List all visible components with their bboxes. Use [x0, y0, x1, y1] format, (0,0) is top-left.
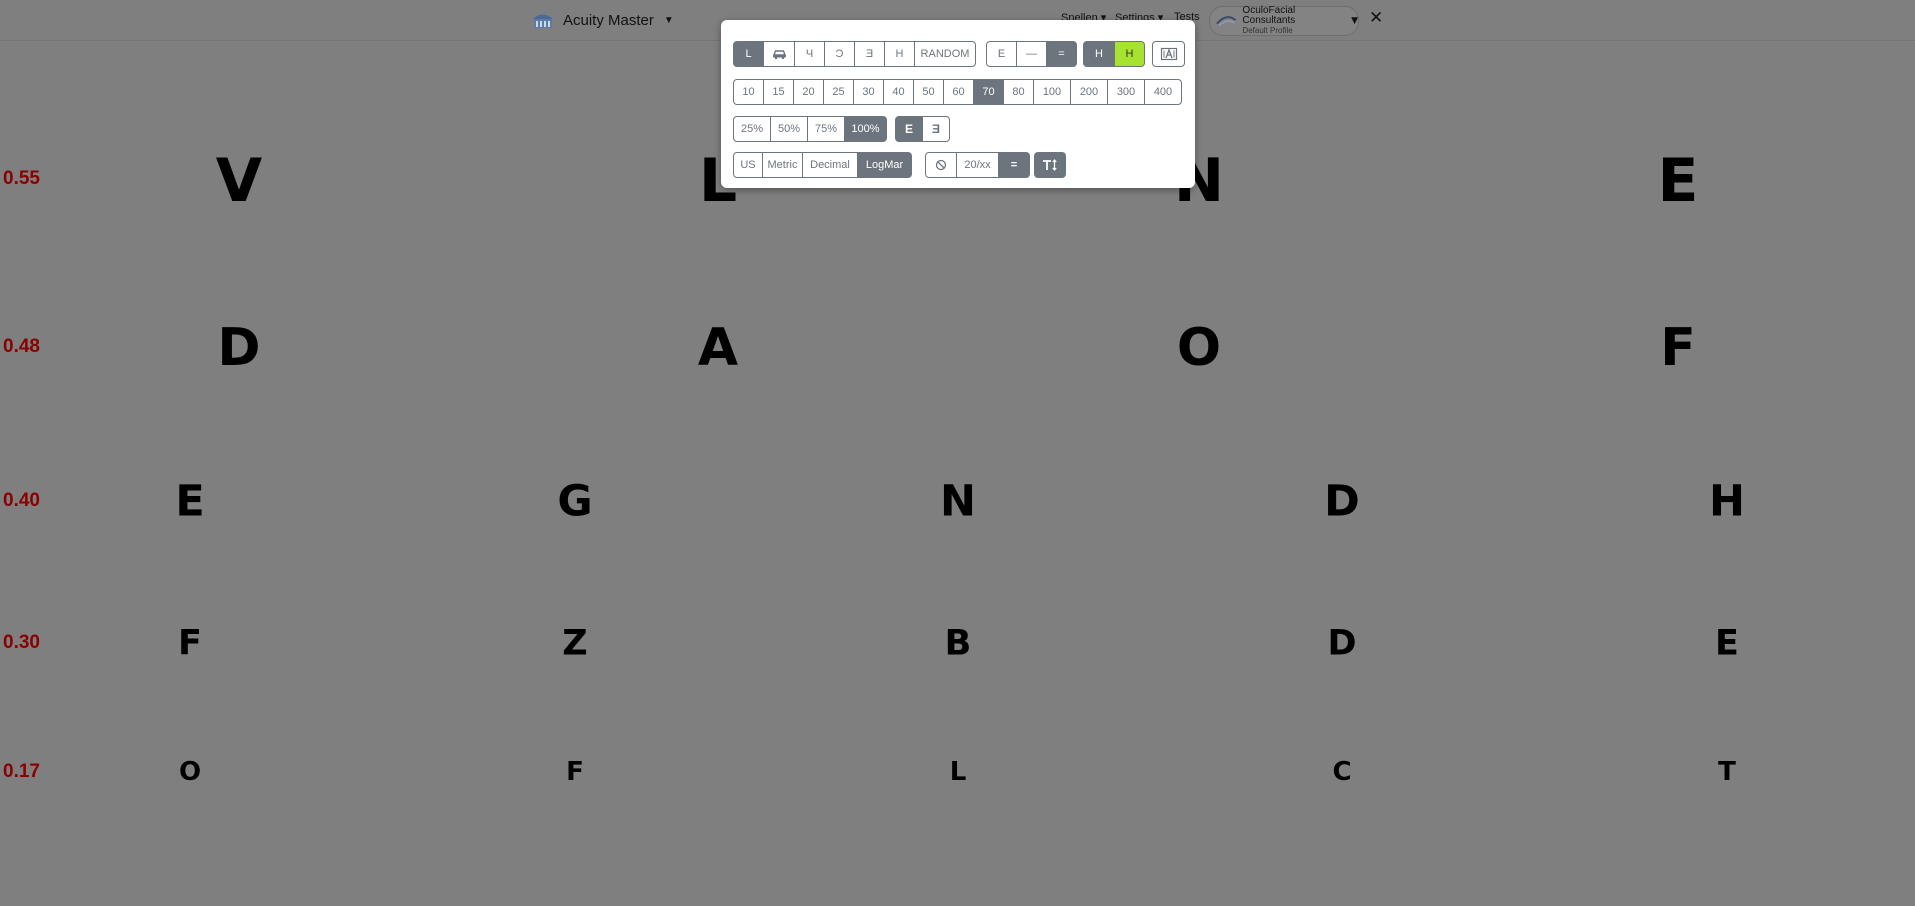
optotype-letter: A [697, 318, 739, 378]
optotype-open-c-button[interactable]: Ɔ [824, 41, 855, 67]
optotype-letter: F [1660, 318, 1696, 378]
scale-100-button[interactable]: 100% [844, 116, 887, 142]
color-dark-button[interactable]: H [1083, 41, 1115, 67]
optotype-letter: T [1718, 757, 1736, 787]
notation-us-button[interactable]: US [733, 152, 763, 178]
optotype-letter: O [1176, 318, 1222, 378]
optotype-letter: E [1715, 623, 1739, 664]
size-25-button[interactable]: 25 [823, 79, 854, 105]
ratio-notation-button[interactable]: 20/xx [956, 152, 999, 178]
scale-50-button[interactable]: 50% [770, 116, 808, 142]
row-logmar-label: 0.40 [3, 490, 40, 511]
optotype-letter: D [1324, 476, 1360, 527]
color-highlight-button[interactable]: H [1114, 41, 1145, 67]
snellen-size-selector: 10 15 20 25 30 40 50 60 70 80 100 200 30… [733, 79, 1182, 105]
size-50-button[interactable]: 50 [913, 79, 944, 105]
row-logmar-label: 0.48 [3, 336, 40, 357]
size-400-button[interactable]: 400 [1144, 79, 1182, 105]
chart-settings-popup: L Ч Ɔ Ǝ H RANDOM E — = H H 10 15 20 25 3… [721, 20, 1195, 188]
optotype-letter: D [1327, 623, 1357, 664]
optotype-letter: Z [562, 623, 588, 664]
notation-display-options: 20/xx = [925, 152, 1030, 178]
size-15-button[interactable]: 15 [763, 79, 794, 105]
size-300-button[interactable]: 300 [1107, 79, 1145, 105]
chevron-down-icon: ▼ [1351, 16, 1358, 26]
optotype-letter: O [178, 757, 202, 787]
optotype-letter: E [175, 476, 205, 527]
optotype-letter: F [566, 757, 584, 787]
notation-metric-button[interactable]: Metric [762, 152, 803, 178]
notation-logmar-button[interactable]: LogMar [857, 152, 912, 178]
car-icon [772, 50, 786, 59]
notation-decimal-button[interactable]: Decimal [802, 152, 858, 178]
equals-notation-button[interactable]: = [998, 152, 1030, 178]
line-mode-single-button[interactable]: — [1016, 41, 1047, 67]
optotype-letter: H [1709, 476, 1745, 527]
optotype-l-button[interactable]: L [733, 41, 764, 67]
size-70-button[interactable]: 70 [973, 79, 1004, 105]
eye-chart-logo-icon [533, 14, 553, 28]
optotype-letter: C [1332, 757, 1352, 787]
optotype-letter: G [557, 476, 593, 527]
scale-75-button[interactable]: 75% [807, 116, 845, 142]
size-60-button[interactable]: 60 [943, 79, 974, 105]
notation-selector: US Metric Decimal LogMar [733, 152, 912, 178]
optotype-h-button[interactable]: H [884, 41, 915, 67]
practice-logo-icon [1216, 16, 1237, 27]
font-size-toggle [1034, 152, 1066, 178]
size-30-button[interactable]: 30 [853, 79, 884, 105]
size-100-button[interactable]: 100 [1033, 79, 1071, 105]
optotype-random-button[interactable]: RANDOM [914, 41, 976, 67]
ban-icon [935, 159, 947, 171]
hide-notation-button[interactable] [925, 152, 957, 178]
optotype-letter: D [217, 318, 261, 378]
scale-25-button[interactable]: 25% [733, 116, 771, 142]
chevron-down-icon: ▼ [663, 14, 674, 26]
profile-selector[interactable]: OculoFacial Consultants Default Profile … [1209, 6, 1359, 36]
profile-subtitle: Default Profile [1242, 26, 1293, 35]
row-logmar-label: 0.30 [3, 632, 40, 653]
size-10-button[interactable]: 10 [733, 79, 764, 105]
line-mode-double-button[interactable]: = [1046, 41, 1077, 67]
mirror-normal-button[interactable]: E [895, 116, 923, 142]
size-80-button[interactable]: 80 [1003, 79, 1034, 105]
optotype-letter: B [944, 623, 972, 664]
letter-frame-button[interactable] [1152, 41, 1185, 67]
row-logmar-label: 0.55 [3, 168, 40, 189]
text-box-icon [1160, 47, 1177, 61]
optotype-letter: N [940, 476, 976, 527]
size-200-button[interactable]: 200 [1070, 79, 1108, 105]
close-icon[interactable]: ✕ [1369, 8, 1383, 28]
optotype-letter: E [1657, 146, 1699, 216]
size-20-button[interactable]: 20 [793, 79, 824, 105]
optotype-letter: V [215, 146, 263, 216]
color-mode-selector: H H [1083, 41, 1145, 67]
optotype-selector: L Ч Ɔ Ǝ H RANDOM [733, 41, 976, 67]
optotype-letter: F [178, 623, 202, 664]
line-mode-selector: E — = [986, 41, 1077, 67]
line-mode-e-button[interactable]: E [986, 41, 1017, 67]
mirror-flipped-button[interactable]: E [922, 116, 950, 142]
app-title: Acuity Master [563, 11, 654, 29]
optotype-car-button[interactable] [763, 41, 795, 67]
letter-frame-toggle [1152, 41, 1185, 67]
profile-name: OculoFacial Consultants [1242, 5, 1296, 26]
row-logmar-label: 0.17 [3, 761, 40, 782]
optotype-ch-button[interactable]: Ч [794, 41, 825, 67]
mirrored-e-glyph: E [931, 122, 940, 136]
optotype-letter: L [949, 757, 967, 787]
optotype-reversed-e-button[interactable]: Ǝ [854, 41, 885, 67]
text-height-icon [1043, 159, 1057, 171]
app-brand-dropdown[interactable]: Acuity Master ▼ [531, 8, 674, 32]
size-40-button[interactable]: 40 [883, 79, 914, 105]
scale-selector: 25% 50% 75% 100% [733, 116, 887, 142]
mirror-selector: E E [895, 116, 950, 142]
font-size-button[interactable] [1034, 152, 1066, 178]
